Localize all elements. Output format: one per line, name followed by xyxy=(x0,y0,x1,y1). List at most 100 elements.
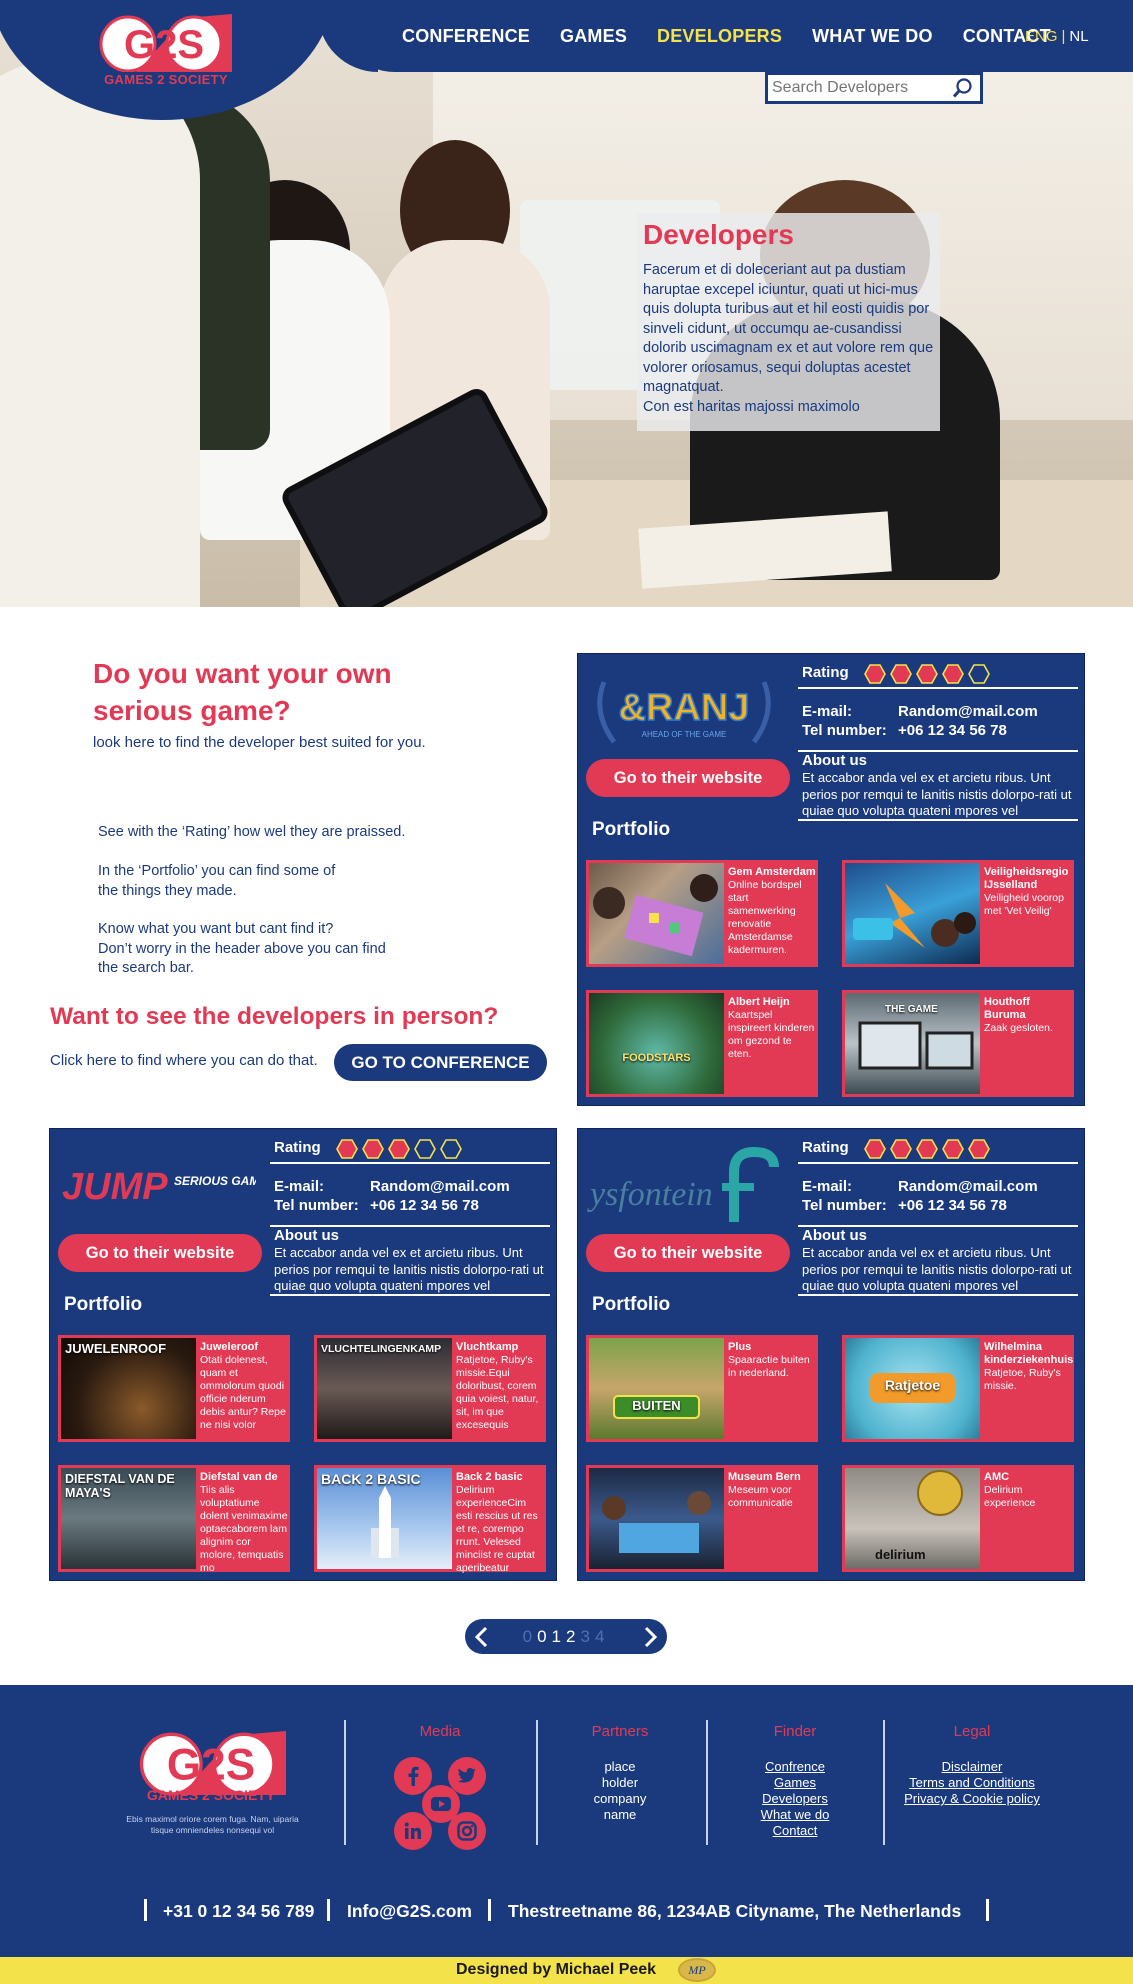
rating-hex-filled-icon xyxy=(864,1139,886,1159)
nav-developers[interactable]: DEVELOPERS xyxy=(657,26,782,47)
email-value: Random@mail.com xyxy=(898,1178,1038,1195)
portfolio-desc: Ratjetoe, Ruby's missie. xyxy=(984,1367,1061,1392)
developer-card-ysfontein: ysfontein Rating E-mail: Random@mail.com … xyxy=(577,1128,1085,1581)
footer-link-games[interactable]: Games xyxy=(735,1775,855,1791)
footer-link-developers[interactable]: Developers xyxy=(735,1791,855,1807)
facebook-link[interactable] xyxy=(394,1757,432,1795)
intro-subtitle: look here to find the developer best sui… xyxy=(93,734,426,751)
contact-info: E-mail: Random@mail.com Tel number: +06 12… xyxy=(802,1178,1038,1214)
portfolio-thumb: FOODSTARS xyxy=(589,993,724,1094)
about-heading: About us xyxy=(802,1227,867,1244)
lang-eng[interactable]: ENG xyxy=(1025,28,1058,45)
portfolio-item[interactable]: Ratjetoe Wilhelmina kinderziekenhuis Ratj… xyxy=(842,1335,1074,1442)
ranj-logo[interactable]: &RANJ AHEAD OF THE GAME xyxy=(584,662,784,762)
nav-what-we-do[interactable]: WHAT WE DO xyxy=(812,26,933,47)
footer-email[interactable]: Info@G2S.com xyxy=(347,1901,472,1922)
search-input[interactable] xyxy=(768,76,948,100)
facebook-icon xyxy=(408,1766,419,1786)
portfolio-item[interactable]: BUITEN Plus Spaaractie buiten in nederlan… xyxy=(586,1335,818,1442)
rating-hexes xyxy=(336,1139,462,1159)
main-nav: CONFERENCE GAMES DEVELOPERS WHAT WE DO C… xyxy=(402,26,1081,47)
hero-text-2: Con est haritas majossi maximolo xyxy=(643,398,860,415)
footer-link-disclaimer[interactable]: Disclaimer xyxy=(892,1759,1052,1775)
website-button[interactable]: Go to their website xyxy=(586,759,790,797)
intro-search-text: Know what you want but cant find it? Don… xyxy=(98,921,386,976)
portfolio-title: Gem Amsterdam xyxy=(728,866,816,878)
portfolio-desc: Veiligheid voorop met 'Vet Veilig' xyxy=(984,892,1064,917)
portfolio-title: Back 2 basic xyxy=(456,1471,523,1483)
search-button[interactable] xyxy=(948,75,978,101)
previous-page-icon[interactable] xyxy=(471,1625,493,1649)
portfolio-item[interactable]: DIEFSTAL VAN DE MAYA'S Diefstal van de Ti… xyxy=(58,1465,290,1574)
page-number[interactable]: 2 xyxy=(566,1627,580,1646)
partner-item: company xyxy=(593,1791,647,1806)
portfolio-item[interactable]: BACK 2 BASIC Back 2 basic Delirium experi… xyxy=(314,1465,546,1574)
page-number-current[interactable]: 1 xyxy=(552,1627,566,1646)
instagram-link[interactable] xyxy=(448,1812,486,1850)
portfolio-item[interactable]: THE GAME Houthoff Buruma Zaak gesloten. xyxy=(842,990,1074,1097)
portfolio-item[interactable]: JUWELENROOF Juweleroof Otati dolenest, qu… xyxy=(58,1335,290,1442)
svg-text:G2S: G2S xyxy=(124,23,204,67)
lang-nl[interactable]: NL xyxy=(1069,28,1088,45)
page-number[interactable]: 0 xyxy=(537,1627,551,1646)
rating-hex-filled-icon xyxy=(968,1139,990,1159)
portfolio-desc: Ratjetoe, Ruby's missie.Equi doloribust,… xyxy=(456,1354,539,1431)
pagination: 001234 xyxy=(465,1619,667,1654)
intro-rating-text: See with the ‘Rating’ how wel they are p… xyxy=(98,824,406,840)
hero-text: Facerum et di doleceriant aut pa dustiam… xyxy=(643,262,934,395)
portfolio-desc: Online bordspel start samenwerking renov… xyxy=(728,879,802,956)
ysfontein-logo[interactable]: ysfontein xyxy=(584,1137,784,1237)
portfolio-thumb: THE GAME xyxy=(845,993,980,1094)
nav-games[interactable]: GAMES xyxy=(560,26,627,47)
lang-separator: | xyxy=(1061,28,1066,45)
next-page-icon[interactable] xyxy=(639,1625,661,1649)
about-heading: About us xyxy=(274,1227,339,1244)
linkedin-link[interactable] xyxy=(394,1812,432,1850)
rating-hex-filled-icon xyxy=(890,1139,912,1159)
page-title: Developers xyxy=(643,219,794,250)
website-button[interactable]: Go to their website xyxy=(58,1234,262,1272)
portfolio-desc: Otati dolenest, quam et ommolorum quodi … xyxy=(200,1354,286,1431)
portfolio-thumb: BUITEN xyxy=(589,1338,724,1439)
portfolio-desc: Spaaractie buiten in nederland. xyxy=(728,1354,810,1379)
portfolio-item[interactable]: Gem Amsterdam Online bordspel start samen… xyxy=(586,860,818,967)
page-number[interactable]: 0 xyxy=(523,1627,537,1646)
portfolio-item[interactable]: FOODSTARS Albert Heijn Kaartspel inspiree… xyxy=(586,990,818,1097)
rating-hex-filled-icon xyxy=(388,1139,410,1159)
portfolio-item[interactable]: Museum Bern Meseum voor communicatie xyxy=(586,1465,818,1572)
about-heading: About us xyxy=(802,752,867,769)
rating-hex-filled-icon xyxy=(362,1139,384,1159)
partner-item: holder xyxy=(601,1775,639,1790)
portfolio-item[interactable]: Veiligheidsregio IJsselland Veiligheid vo… xyxy=(842,860,1074,967)
rating-hex-empty-icon xyxy=(414,1139,436,1159)
portfolio-thumb xyxy=(589,1468,724,1569)
intro-title: Do you want your own serious game? xyxy=(93,658,392,726)
intro-portfolio-text: In the ‘Portfolio’ you can find some of … xyxy=(98,863,336,899)
footer-tagline: Ebis maximol oriore corem fuga. Nam, uip… xyxy=(126,1814,299,1835)
portfolio-item[interactable]: delirium AMC Delirium experience xyxy=(842,1465,1074,1572)
page-number[interactable]: 4 xyxy=(595,1627,609,1646)
footer-link-contact[interactable]: Contact xyxy=(735,1823,855,1839)
footer-finder-heading: Finder xyxy=(773,1723,817,1740)
footer-link-privacy[interactable]: Privacy & Cookie policy xyxy=(892,1791,1052,1807)
svg-text:JUMP: JUMP xyxy=(62,1166,168,1208)
portfolio-item[interactable]: VLUCHTELINGENKAMP Vluchtkamp Ratjetoe, Ru… xyxy=(314,1335,546,1442)
page-numbers: 001234 xyxy=(523,1627,610,1647)
website-button[interactable]: Go to their website xyxy=(586,1234,790,1272)
nav-conference[interactable]: CONFERENCE xyxy=(402,26,530,47)
portfolio-heading: Portfolio xyxy=(592,819,671,840)
jump-logo[interactable]: JUMP SERIOUS GAMES xyxy=(56,1137,256,1237)
go-to-conference-button[interactable]: GO TO CONFERENCE xyxy=(334,1044,547,1081)
footer-link-terms[interactable]: Terms and Conditions xyxy=(892,1775,1052,1791)
rating-hex-filled-icon xyxy=(916,1139,938,1159)
svg-text:SERIOUS GAMES: SERIOUS GAMES xyxy=(174,1174,256,1188)
footer-partners-list: place holder company name xyxy=(560,1759,680,1823)
footer-phone[interactable]: +31 0 12 34 56 789 xyxy=(163,1901,314,1922)
rating-hexes xyxy=(864,664,990,684)
footer-link-conference[interactable]: Confrence xyxy=(735,1759,855,1775)
page-number[interactable]: 3 xyxy=(580,1627,594,1646)
g2s-logo[interactable]: G2S GAMES 2 SOCIETY xyxy=(96,14,236,94)
footer-link-what-we-do[interactable]: What we do xyxy=(735,1807,855,1823)
rating-hex-filled-icon xyxy=(942,1139,964,1159)
search-icon xyxy=(952,78,972,98)
